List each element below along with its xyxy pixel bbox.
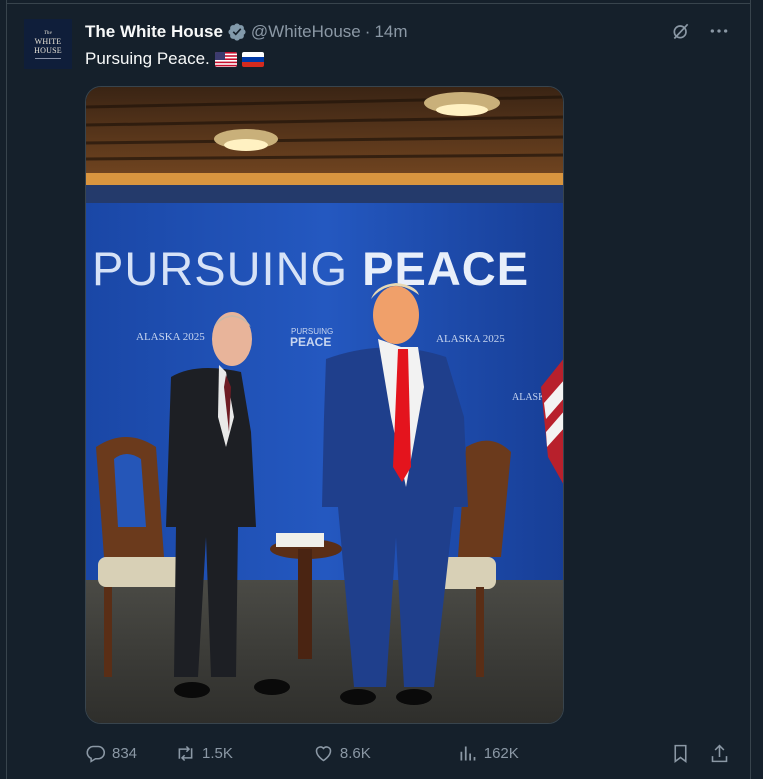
banner-text-light: PURSUING [92, 242, 362, 295]
tweet-header: The White House @WhiteHouse · 14m [85, 21, 408, 43]
share-action[interactable] [709, 743, 730, 764]
author-name[interactable]: The White House [85, 22, 223, 42]
author-handle[interactable]: @WhiteHouse [251, 22, 361, 42]
views-action[interactable]: 162K [457, 743, 519, 764]
verified-badge-icon[interactable] [227, 22, 247, 42]
top-divider [7, 3, 750, 4]
tweet-photo[interactable]: PURSUING PEACE ALASKA 2025 PURSUING PEAC… [85, 86, 564, 724]
floor [86, 580, 563, 723]
repost-count: 1.5K [202, 744, 233, 762]
reply-count: 834 [112, 744, 138, 762]
us-flag-icon [214, 51, 237, 67]
event-text-left: ALASKA 2025 [136, 331, 205, 343]
avatar-text-white: WHITE [34, 36, 62, 46]
avatar[interactable]: The WHITE HOUSE [24, 19, 72, 69]
russia-flag-icon [241, 51, 264, 67]
share-icon [711, 744, 728, 762]
like-count: 8.6K [339, 744, 371, 762]
grok-icon[interactable] [670, 20, 692, 42]
bookmark-action[interactable] [670, 743, 691, 764]
tweet-timestamp[interactable]: 14m [374, 22, 407, 42]
bookmark-icon [674, 744, 687, 763]
reply-action[interactable]: 834 [85, 743, 137, 764]
more-options-icon[interactable] [708, 20, 730, 42]
avatar-text-the: The [43, 30, 53, 36]
repost-icon [178, 745, 193, 761]
avatar-text-house: HOUSE [34, 45, 62, 55]
tweet-frame: The WHITE HOUSE The White House @WhiteHo… [6, 0, 751, 779]
views-count: 162K [483, 744, 519, 762]
svg-text:PURSUING PEACE: PURSUING PEACE [92, 242, 529, 295]
reply-icon [86, 745, 106, 763]
repost-action[interactable]: 1.5K [175, 743, 233, 764]
header-separator: · [364, 22, 371, 41]
event-text-right: ALASKA 2025 [436, 333, 505, 345]
like-action[interactable]: 8.6K [313, 743, 371, 764]
views-icon [460, 746, 476, 760]
small-logo-bottom: PEACE [290, 335, 331, 349]
tweet-actions: 834 1.5K 8.6K 162K [85, 741, 730, 765]
header-actions [670, 20, 730, 42]
avatar-rule [35, 57, 61, 59]
tweet-text: Pursuing Peace. [85, 49, 264, 69]
heart-icon [315, 745, 332, 761]
tweet-text-body: Pursuing Peace. [85, 49, 210, 68]
